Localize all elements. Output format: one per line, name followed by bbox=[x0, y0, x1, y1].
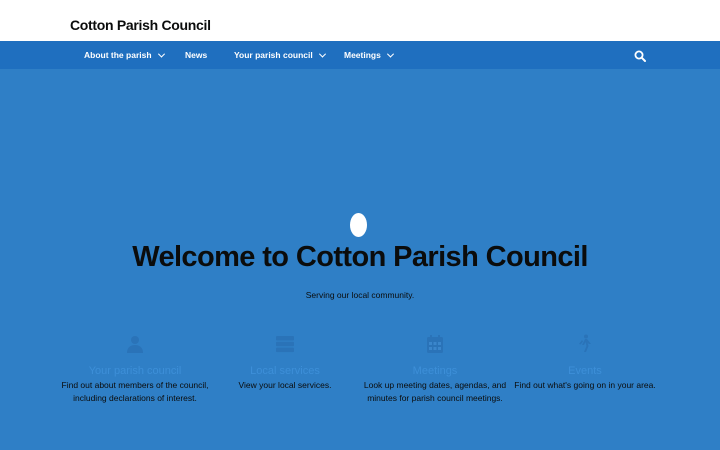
nav-item-label: Your parish council bbox=[234, 50, 313, 60]
hero-section: Welcome to Cotton Parish Council Serving… bbox=[0, 69, 720, 450]
server-icon bbox=[276, 336, 294, 353]
nav-item-your-parish-council[interactable]: Your parish council bbox=[234, 41, 326, 69]
chevron-down-icon bbox=[157, 50, 165, 58]
page-subtitle: Serving our local community. bbox=[305, 290, 415, 300]
site-title[interactable]: Cotton Parish Council bbox=[70, 17, 211, 33]
nav-item-label: News bbox=[185, 50, 208, 60]
card-description: Look up meeting dates, agendas, and minu… bbox=[363, 380, 507, 403]
card-your-parish-council[interactable]: Your parish council Find out about membe… bbox=[60, 334, 210, 405]
page-title: Welcome to Cotton Parish Council bbox=[132, 241, 588, 273]
chevron-down-icon bbox=[318, 50, 326, 58]
card-events[interactable]: Events Find out what's going on in your … bbox=[510, 334, 660, 392]
card-title[interactable]: Events bbox=[510, 365, 660, 377]
nav-item-label: Meetings bbox=[344, 50, 381, 60]
site-header: Cotton Parish Council bbox=[0, 0, 720, 41]
card-title[interactable]: Local services bbox=[210, 365, 360, 377]
card-description: Find out what's going on in your area. bbox=[514, 380, 656, 390]
card-description: View your local services. bbox=[238, 380, 332, 390]
hero-icon bbox=[350, 213, 367, 237]
search-button[interactable] bbox=[634, 49, 646, 62]
card-local-services[interactable]: Local services View your local services. bbox=[210, 334, 360, 392]
card-description: Find out about members of the council, i… bbox=[61, 380, 209, 403]
main-nav: About the parish News Your parish counci… bbox=[0, 41, 720, 69]
card-title[interactable]: Meetings bbox=[360, 365, 510, 377]
chevron-down-icon bbox=[386, 50, 394, 58]
walking-person-icon bbox=[579, 334, 591, 352]
nav-item-label: About the parish bbox=[84, 50, 152, 60]
nav-item-meetings[interactable]: Meetings bbox=[344, 41, 394, 69]
calendar-icon bbox=[427, 335, 443, 353]
card-title[interactable]: Your parish council bbox=[60, 365, 210, 377]
person-icon bbox=[127, 336, 143, 353]
card-meetings[interactable]: Meetings Look up meeting dates, agendas,… bbox=[360, 334, 510, 405]
nav-item-about-the-parish[interactable]: About the parish bbox=[84, 41, 165, 69]
search-icon bbox=[634, 50, 646, 62]
nav-item-news[interactable]: News bbox=[185, 41, 207, 69]
